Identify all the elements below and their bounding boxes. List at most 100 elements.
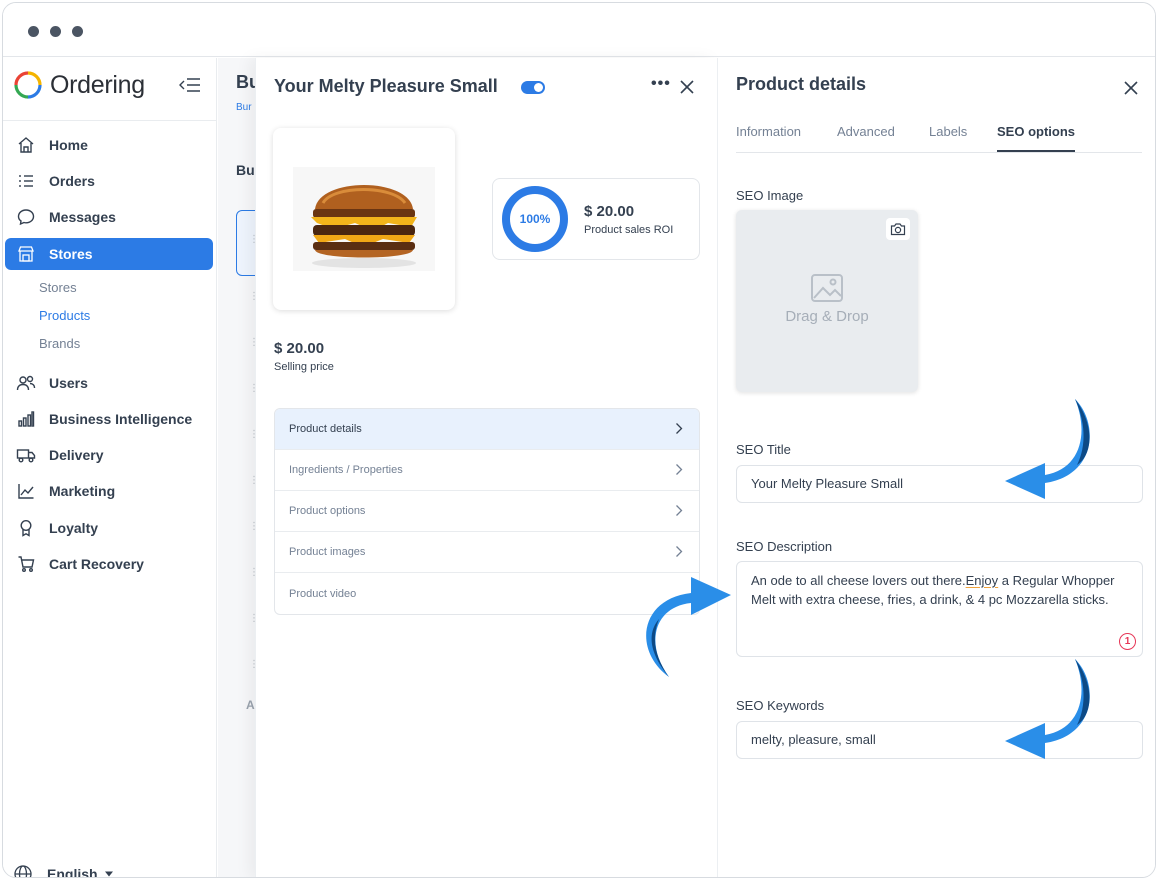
- menu-item-product-options[interactable]: Product options: [275, 491, 699, 532]
- background-footer: A: [246, 698, 255, 712]
- menu-item-product-details[interactable]: Product details: [275, 409, 699, 450]
- selling-price-value: $ 20.00: [274, 340, 325, 357]
- roi-label: Product sales ROI: [584, 224, 674, 236]
- image-placeholder-icon: [811, 274, 843, 302]
- app-window: Ordering Home Orders Messages Stores Sto…: [2, 2, 1156, 878]
- menu-item-product-images[interactable]: Product images: [275, 532, 699, 573]
- window-dot-2: [50, 26, 61, 37]
- chevron-right-icon: [676, 423, 683, 434]
- product-panel: Your Melty Pleasure Small ••• 100% $ 20.…: [255, 58, 717, 877]
- seo-title-label: SEO Title: [736, 442, 791, 457]
- menu-item-label: Ingredients / Properties: [289, 464, 403, 476]
- subnav-brands[interactable]: Brands: [39, 336, 80, 351]
- drag-drop-text: Drag & Drop: [785, 308, 869, 325]
- nav-label: Users: [49, 375, 88, 391]
- annotation-arrow-description: [646, 577, 731, 677]
- product-image-card[interactable]: [273, 128, 455, 310]
- window-dot-3: [72, 26, 83, 37]
- subnav-stores[interactable]: Stores: [39, 280, 77, 295]
- menu-item-label: Product video: [289, 587, 357, 600]
- nav-item-cart-recovery[interactable]: Cart Recovery: [5, 548, 213, 580]
- truck-icon: [16, 445, 36, 465]
- tab-seo-options[interactable]: SEO options: [997, 124, 1075, 152]
- close-product-button[interactable]: [679, 79, 695, 95]
- tab-labels[interactable]: Labels: [929, 124, 967, 139]
- close-icon: [680, 80, 694, 94]
- language-label: English: [47, 866, 98, 878]
- product-enabled-toggle[interactable]: [521, 81, 545, 94]
- description-text: An ode to all cheese lovers out there.: [751, 573, 966, 588]
- details-tabs: Information Advanced Labels SEO options: [736, 124, 1142, 153]
- nav-label: Stores: [49, 246, 93, 262]
- window-dot-1: [28, 26, 39, 37]
- logo[interactable]: Ordering: [13, 70, 145, 100]
- users-icon: [16, 373, 36, 393]
- nav-item-loyalty[interactable]: Loyalty: [5, 512, 213, 544]
- nav-label: Home: [49, 137, 88, 153]
- award-icon: [16, 518, 36, 538]
- more-options-button[interactable]: •••: [651, 75, 671, 93]
- error-count-badge[interactable]: 1: [1119, 633, 1136, 650]
- nav-item-users[interactable]: Users: [5, 367, 213, 399]
- roi-card: 100% $ 20.00 Product sales ROI: [492, 178, 700, 260]
- spellcheck-word: Enjoy: [965, 573, 999, 588]
- nav-item-business-intelligence[interactable]: Business Intelligence: [5, 403, 213, 435]
- seo-description-label: SEO Description: [736, 539, 833, 554]
- home-icon: [16, 135, 36, 155]
- window-titlebar: [3, 3, 1155, 57]
- caret-down-icon: [104, 871, 113, 877]
- cart-icon: [16, 554, 36, 574]
- menu-item-label: Product options: [289, 505, 366, 517]
- bar-chart-icon: [16, 409, 36, 429]
- roi-progress-ring: 100%: [502, 186, 568, 252]
- chevron-right-icon: [676, 546, 683, 557]
- nav-item-orders[interactable]: Orders: [5, 165, 213, 197]
- nav-item-home[interactable]: Home: [5, 129, 213, 161]
- roi-value: $ 20.00: [584, 203, 635, 220]
- product-menu: Product details Ingredients / Properties…: [274, 408, 700, 615]
- nav-item-delivery[interactable]: Delivery: [5, 439, 213, 471]
- seo-image-label: SEO Image: [736, 188, 804, 203]
- close-icon: [1124, 81, 1138, 95]
- nav-item-marketing[interactable]: Marketing: [5, 475, 213, 507]
- seo-description-textarea[interactable]: An ode to all cheese lovers out there.En…: [736, 561, 1143, 657]
- nav-item-stores[interactable]: Stores: [5, 238, 213, 270]
- product-title: Your Melty Pleasure Small: [274, 76, 498, 96]
- nav-label: Business Intelligence: [49, 411, 193, 427]
- nav-label: Marketing: [49, 483, 116, 499]
- nav-item-messages[interactable]: Messages: [5, 201, 213, 233]
- background-breadcrumb: Bur: [236, 102, 252, 113]
- seo-keywords-label: SEO Keywords: [736, 698, 825, 713]
- annotation-arrow-keywords: [1005, 659, 1090, 759]
- logo-text: Ordering: [50, 70, 145, 99]
- collapse-menu-icon: [179, 78, 200, 92]
- camera-icon: [890, 223, 906, 236]
- close-details-button[interactable]: [1123, 80, 1139, 96]
- menu-item-label: Product details: [289, 423, 362, 435]
- message-icon: [16, 207, 36, 227]
- tab-advanced[interactable]: Advanced: [837, 124, 895, 139]
- collapse-sidebar-button[interactable]: [179, 77, 201, 98]
- business-list-background: Bu Bur Bus ⋮⋮ ⋮⋮ ⋮⋮ ⋮⋮ ⋮⋮ ⋮⋮ ⋮⋮ ⋮⋮ ⋮⋮ ⋮⋮…: [218, 58, 258, 877]
- tab-information[interactable]: Information: [736, 124, 801, 139]
- menu-item-product-video[interactable]: Product video: [275, 573, 699, 614]
- language-selector[interactable]: English: [13, 864, 114, 878]
- sidebar: Ordering Home Orders Messages Stores Sto…: [3, 58, 217, 878]
- chevron-right-icon: [676, 464, 683, 475]
- nav-label: Orders: [49, 173, 95, 189]
- subnav-products[interactable]: Products: [39, 308, 90, 323]
- seo-image-dropzone[interactable]: Drag & Drop: [736, 210, 918, 392]
- nav-label: Delivery: [49, 447, 104, 463]
- globe-icon: [14, 865, 32, 877]
- chevron-right-icon: [676, 505, 683, 516]
- annotation-arrow-title: [1005, 399, 1090, 499]
- selling-price-label: Selling price: [274, 361, 334, 373]
- list-icon: [16, 171, 36, 191]
- sidebar-divider: [3, 120, 217, 121]
- menu-item-ingredients[interactable]: Ingredients / Properties: [275, 450, 699, 491]
- nav-label: Messages: [49, 209, 116, 225]
- details-title: Product details: [736, 74, 867, 94]
- burger-image: [293, 167, 435, 271]
- camera-button[interactable]: [886, 218, 910, 240]
- store-icon: [16, 244, 36, 264]
